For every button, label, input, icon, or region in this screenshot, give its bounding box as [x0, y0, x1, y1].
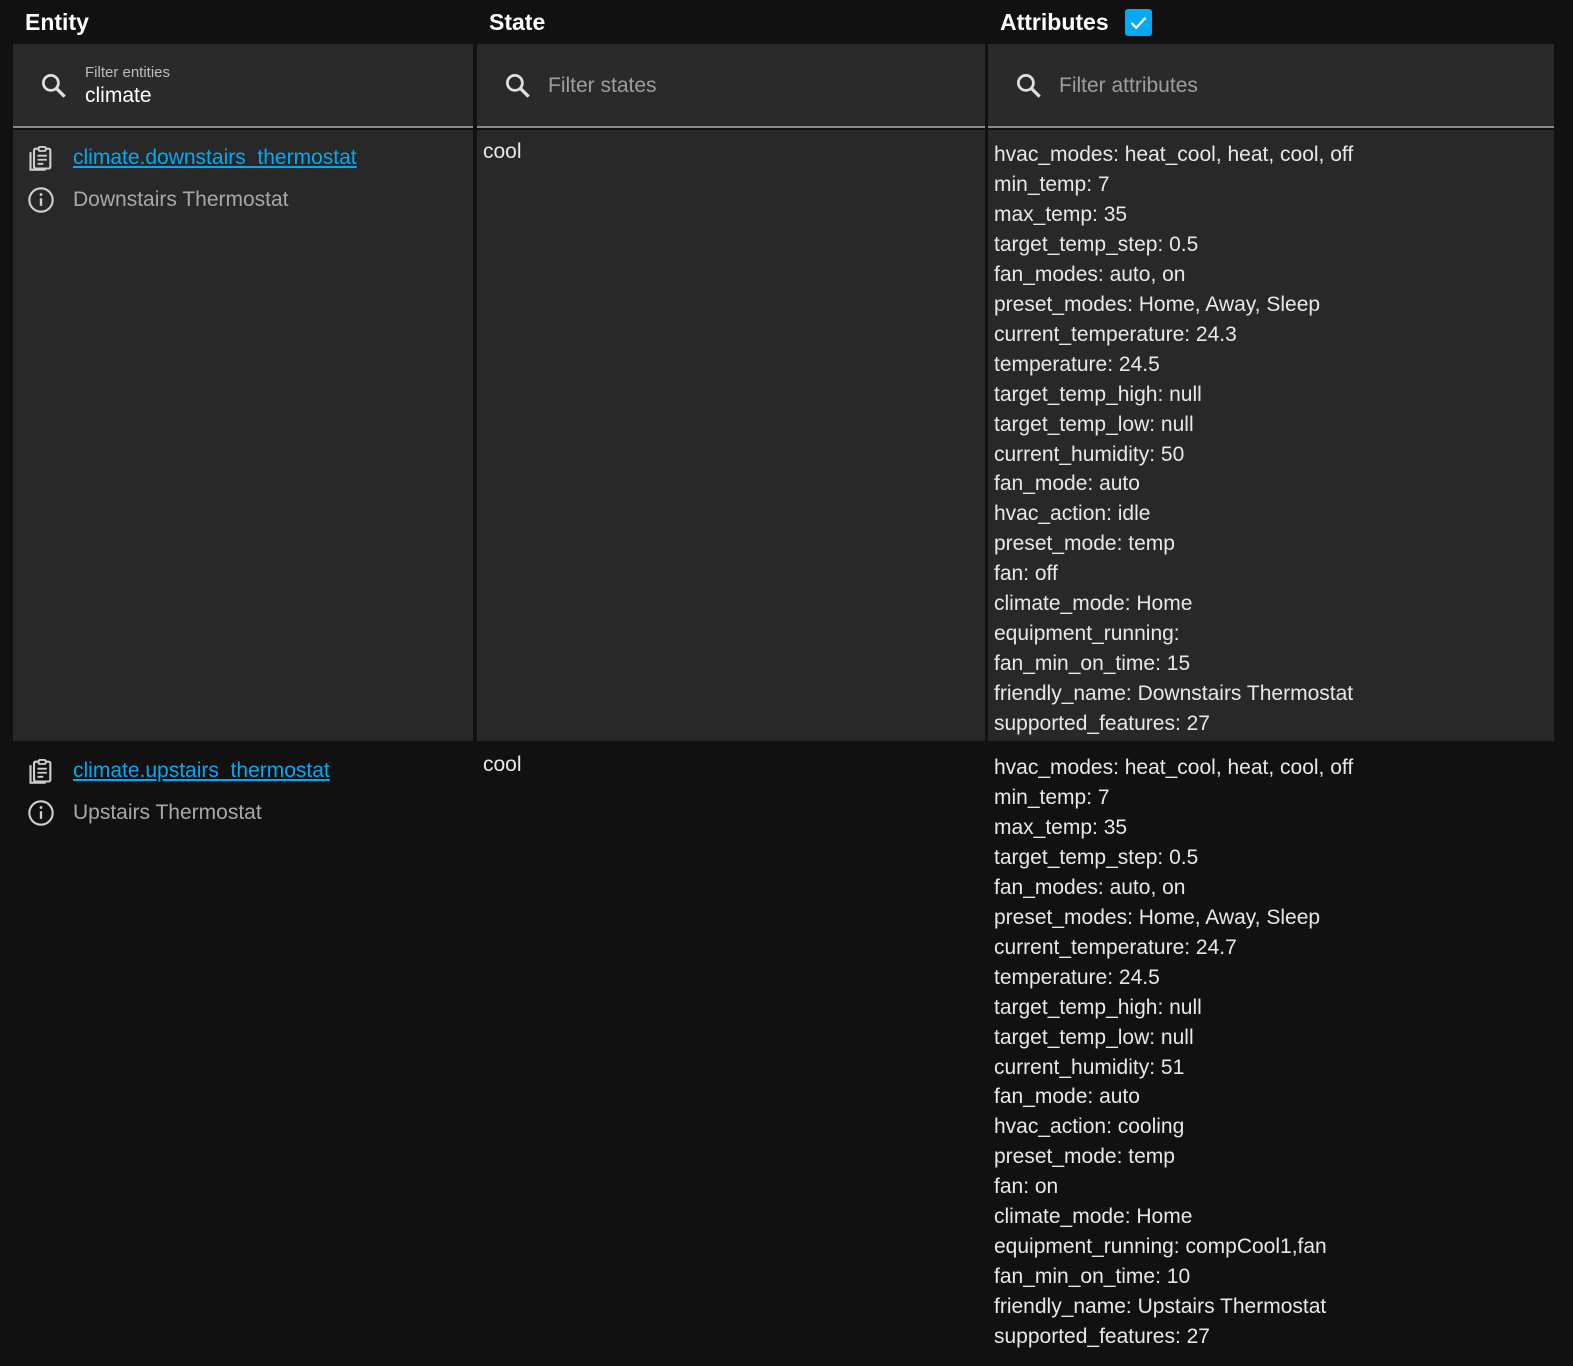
- search-icon: [42, 74, 66, 98]
- attribute-item: equipment_running: compCool1,fan: [994, 1235, 1327, 1259]
- state-value: cool: [483, 140, 522, 163]
- attribute-item: hvac_action: cooling: [994, 1115, 1185, 1139]
- header-entity: Entity: [25, 8, 89, 35]
- attribute-item: target_temp_low: null: [994, 412, 1194, 436]
- attributes-cell: hvac_modes: heat_cool, heat, cool, off m…: [988, 743, 1554, 1366]
- state-cell: cool: [477, 743, 985, 1366]
- entity-id-link[interactable]: climate.downstairs_thermostat: [73, 146, 357, 170]
- attribute-item: preset_mode: temp: [994, 1145, 1175, 1169]
- attribute-item: fan_mode: auto: [994, 1085, 1140, 1109]
- attribute-item: current_humidity: 51: [994, 1055, 1185, 1079]
- table-row: climate.upstairs_thermostat Upstairs The…: [13, 743, 1554, 1366]
- states-table: Entity State Attributes Filter entities …: [0, 0, 1573, 1366]
- attribute-item: preset_modes: Home, Away, Sleep: [994, 292, 1321, 316]
- attribute-item: hvac_modes: heat_cool, heat, cool, off: [994, 756, 1354, 779]
- attributes-checkbox[interactable]: [1124, 8, 1152, 36]
- clipboard-icon[interactable]: [27, 757, 55, 785]
- attribute-item: climate_mode: Home: [994, 592, 1193, 616]
- attribute-item: fan_min_on_time: 15: [994, 652, 1191, 676]
- attribute-item: supported_features: 27: [994, 1325, 1210, 1349]
- attribute-item: target_temp_step: 0.5: [994, 232, 1199, 256]
- filter-entities-input[interactable]: climate: [85, 84, 152, 108]
- filter-attributes-field[interactable]: Filter attributes: [988, 44, 1554, 128]
- attribute-item: min_temp: 7: [994, 172, 1110, 196]
- check-icon: [1130, 16, 1146, 29]
- filter-attributes-input[interactable]: Filter attributes: [1059, 74, 1198, 98]
- clipboard-icon[interactable]: [27, 144, 55, 172]
- header-attributes-label: Attributes: [1000, 8, 1109, 35]
- attribute-item: target_temp_high: null: [994, 995, 1202, 1019]
- attribute-item: fan: on: [994, 1175, 1059, 1199]
- attribute-item: target_temp_low: null: [994, 1025, 1194, 1049]
- header-state: State: [489, 8, 546, 35]
- friendly-name: Upstairs Thermostat: [73, 801, 262, 824]
- attribute-item: fan_modes: auto, on: [994, 875, 1186, 899]
- entity-id-link[interactable]: climate.upstairs_thermostat: [73, 759, 330, 783]
- attribute-item: target_temp_step: 0.5: [994, 845, 1199, 869]
- filter-entities-label: Filter entities: [85, 64, 171, 81]
- attribute-item: friendly_name: Upstairs Thermostat: [994, 1295, 1327, 1319]
- attributes-cell: hvac_modes: heat_cool, heat, cool, off m…: [988, 130, 1554, 741]
- state-value: cool: [483, 753, 522, 776]
- attribute-item: fan_modes: auto, on: [994, 262, 1186, 286]
- attributes-list: hvac_modes: heat_cool, heat, cool, off m…: [994, 140, 1353, 739]
- table-row: climate.downstairs_thermostat Downstairs…: [13, 130, 1554, 741]
- attribute-item: hvac_action: idle: [994, 502, 1151, 526]
- attribute-item: temperature: 24.5: [994, 352, 1160, 376]
- attribute-item: target_temp_high: null: [994, 382, 1202, 406]
- attribute-item: max_temp: 35: [994, 202, 1128, 226]
- attribute-item: current_temperature: 24.3: [994, 322, 1237, 346]
- state-cell: cool: [477, 130, 985, 741]
- attribute-item: equipment_running:: [994, 622, 1180, 646]
- header-attributes: Attributes: [1000, 0, 1152, 44]
- attribute-item: friendly_name: Downstairs Thermostat: [994, 682, 1354, 706]
- filter-states-field[interactable]: Filter states: [477, 44, 985, 128]
- attribute-item: fan: off: [994, 562, 1058, 586]
- search-icon: [506, 74, 530, 98]
- attribute-item: current_humidity: 50: [994, 442, 1185, 466]
- attribute-item: current_temperature: 24.7: [994, 935, 1237, 959]
- info-icon[interactable]: [27, 799, 55, 827]
- attribute-item: fan_min_on_time: 10: [994, 1265, 1191, 1289]
- attribute-item: climate_mode: Home: [994, 1205, 1193, 1229]
- attribute-item: temperature: 24.5: [994, 965, 1160, 989]
- attribute-item: min_temp: 7: [994, 785, 1110, 809]
- attribute-item: fan_mode: auto: [994, 472, 1140, 496]
- attribute-item: preset_modes: Home, Away, Sleep: [994, 905, 1321, 929]
- attribute-item: supported_features: 27: [994, 712, 1210, 736]
- attributes-list: hvac_modes: heat_cool, heat, cool, off m…: [994, 753, 1353, 1352]
- attribute-item: max_temp: 35: [994, 815, 1128, 839]
- entity-cell: climate.upstairs_thermostat Upstairs The…: [13, 743, 473, 1366]
- search-icon: [1017, 74, 1041, 98]
- friendly-name: Downstairs Thermostat: [73, 188, 289, 211]
- entity-cell: climate.downstairs_thermostat Downstairs…: [13, 130, 473, 741]
- info-icon[interactable]: [27, 186, 55, 214]
- filter-entities-field[interactable]: Filter entities climate: [13, 44, 473, 128]
- attribute-item: hvac_modes: heat_cool, heat, cool, off: [994, 143, 1354, 166]
- attribute-item: preset_mode: temp: [994, 532, 1175, 556]
- filter-states-input[interactable]: Filter states: [548, 74, 657, 98]
